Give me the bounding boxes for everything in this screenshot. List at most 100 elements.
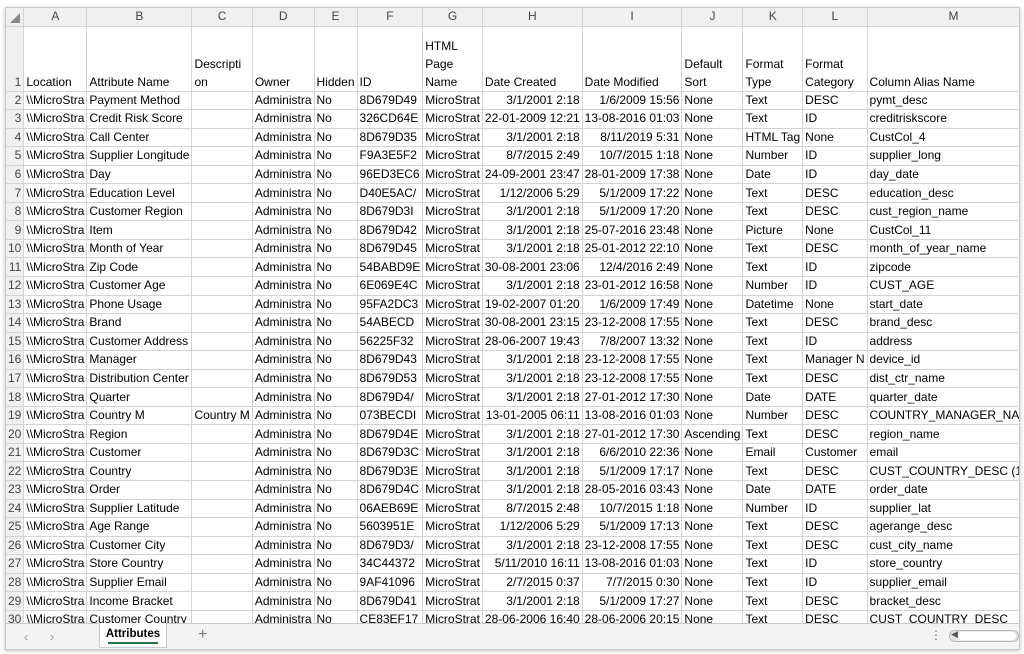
table-cell[interactable]: MicroStrat bbox=[422, 313, 483, 333]
table-cell[interactable]: MicroStrat bbox=[422, 165, 483, 185]
table-cell[interactable]: 8D679D4E bbox=[357, 424, 424, 444]
table-cell[interactable]: DESC bbox=[802, 183, 868, 203]
table-cell[interactable]: Customer Region bbox=[86, 202, 193, 222]
table-cell[interactable]: 13-01-2005 06:11 bbox=[482, 406, 583, 426]
table-cell[interactable]: No bbox=[314, 573, 358, 593]
table-cell[interactable]: \\MicroStra bbox=[23, 183, 88, 203]
table-cell[interactable]: None bbox=[681, 591, 744, 611]
table-cell[interactable]: month_of_year_name bbox=[867, 239, 1019, 259]
header-cell[interactable]: Hidden bbox=[314, 26, 358, 92]
row-number[interactable]: 21 bbox=[6, 443, 25, 463]
row-number[interactable]: 11 bbox=[6, 257, 25, 278]
select-all-button[interactable] bbox=[6, 8, 25, 27]
table-cell[interactable]: 3/1/2001 2:18 bbox=[482, 128, 583, 148]
table-cell[interactable]: CustCol_4 bbox=[867, 128, 1019, 148]
table-cell[interactable]: \\MicroStra bbox=[23, 276, 88, 296]
table-cell[interactable] bbox=[191, 239, 253, 259]
table-cell[interactable]: Administra bbox=[252, 146, 315, 166]
table-cell[interactable] bbox=[191, 183, 253, 203]
row-number[interactable]: 18 bbox=[6, 387, 25, 407]
table-cell[interactable]: Text bbox=[742, 461, 804, 482]
table-cell[interactable]: Text bbox=[742, 257, 804, 278]
table-cell[interactable]: None bbox=[681, 202, 744, 222]
table-cell[interactable]: DESC bbox=[802, 424, 868, 444]
table-cell[interactable]: Text bbox=[742, 591, 804, 611]
table-cell[interactable]: 5/1/2009 17:27 bbox=[582, 591, 683, 611]
table-cell[interactable]: None bbox=[802, 128, 868, 148]
table-cell[interactable]: Text bbox=[742, 350, 804, 370]
table-cell[interactable]: 5/11/2010 16:11 bbox=[482, 554, 583, 574]
table-cell[interactable]: None bbox=[681, 554, 744, 574]
table-cell[interactable]: \\MicroStra bbox=[23, 536, 88, 556]
column-header-j[interactable]: J bbox=[681, 8, 744, 27]
table-cell[interactable]: Administra bbox=[252, 257, 315, 278]
table-cell[interactable]: Datetime bbox=[742, 295, 804, 315]
table-cell[interactable]: supplier_long bbox=[867, 146, 1019, 166]
table-cell[interactable]: 7/8/2007 13:32 bbox=[582, 332, 683, 352]
table-cell[interactable]: Administra bbox=[252, 554, 315, 574]
row-number[interactable]: 19 bbox=[6, 406, 25, 426]
table-cell[interactable]: Education Level bbox=[86, 183, 193, 203]
row-number[interactable]: 10 bbox=[6, 239, 25, 259]
table-cell[interactable]: \\MicroStra bbox=[23, 239, 88, 259]
table-cell[interactable]: 8D679D3I bbox=[357, 202, 424, 222]
table-cell[interactable]: \\MicroStra bbox=[23, 387, 88, 407]
table-cell[interactable]: Text bbox=[742, 91, 804, 111]
table-cell[interactable]: 8D679D53 bbox=[357, 369, 424, 389]
row-number[interactable]: 26 bbox=[6, 536, 25, 556]
table-cell[interactable]: Country M bbox=[86, 406, 193, 426]
table-cell[interactable]: 5/1/2009 17:17 bbox=[582, 461, 683, 482]
table-cell[interactable]: 3/1/2001 2:18 bbox=[482, 239, 583, 259]
table-cell[interactable]: 30-08-2001 23:06 bbox=[482, 257, 583, 278]
table-cell[interactable]: No bbox=[314, 165, 358, 185]
table-cell[interactable]: CustCol_11 bbox=[867, 220, 1019, 240]
table-cell[interactable]: ID bbox=[802, 573, 868, 593]
table-cell[interactable] bbox=[191, 128, 253, 148]
table-cell[interactable]: region_name bbox=[867, 424, 1019, 444]
row-number[interactable]: 24 bbox=[6, 499, 25, 519]
table-cell[interactable]: \\MicroStra bbox=[23, 591, 88, 611]
column-header-e[interactable]: E bbox=[314, 8, 358, 27]
table-cell[interactable]: No bbox=[314, 202, 358, 222]
table-cell[interactable] bbox=[191, 443, 253, 463]
table-cell[interactable]: Country bbox=[86, 461, 193, 482]
column-header-m[interactable]: M bbox=[867, 8, 1019, 27]
table-cell[interactable]: Administra bbox=[252, 387, 315, 407]
table-cell[interactable]: 3/1/2001 2:18 bbox=[482, 443, 583, 463]
table-cell[interactable]: 1/12/2006 5:29 bbox=[482, 517, 583, 537]
table-cell[interactable]: ID bbox=[802, 257, 868, 278]
row-number[interactable]: 27 bbox=[6, 554, 25, 574]
next-sheet-icon[interactable]: › bbox=[50, 629, 54, 644]
table-cell[interactable]: Administra bbox=[252, 461, 315, 482]
table-cell[interactable]: \\MicroStra bbox=[23, 573, 88, 593]
column-header-c[interactable]: C bbox=[191, 8, 253, 27]
table-cell[interactable]: 12/4/2016 2:49 bbox=[582, 257, 683, 278]
table-cell[interactable]: Text bbox=[742, 332, 804, 352]
table-cell[interactable]: 23-12-2008 17:55 bbox=[582, 369, 683, 389]
table-cell[interactable]: ID bbox=[802, 276, 868, 296]
table-cell[interactable]: 30-08-2001 23:15 bbox=[482, 313, 583, 333]
table-cell[interactable]: MicroStrat bbox=[422, 406, 483, 426]
table-cell[interactable]: Text bbox=[742, 369, 804, 389]
table-cell[interactable]: MicroStrat bbox=[422, 276, 483, 296]
table-cell[interactable]: No bbox=[314, 591, 358, 611]
table-cell[interactable]: MicroStrat bbox=[422, 554, 483, 574]
header-cell[interactable]: Format Category bbox=[802, 26, 868, 92]
table-cell[interactable]: 8/11/2019 5:31 bbox=[582, 128, 683, 148]
row-number[interactable]: 14 bbox=[6, 313, 25, 333]
table-cell[interactable]: DESC bbox=[802, 406, 868, 426]
table-cell[interactable]: No bbox=[314, 350, 358, 370]
table-cell[interactable] bbox=[191, 220, 253, 240]
table-cell[interactable]: Administra bbox=[252, 480, 315, 500]
table-cell[interactable]: \\MicroStra bbox=[23, 499, 88, 519]
table-cell[interactable]: 8D679D49 bbox=[357, 91, 424, 111]
table-cell[interactable]: CUST_AGE bbox=[867, 276, 1019, 296]
table-cell[interactable]: None bbox=[681, 461, 744, 482]
horizontal-scrollbar[interactable]: ◀ bbox=[949, 629, 1019, 642]
table-cell[interactable]: MicroStrat bbox=[422, 202, 483, 222]
column-header-d[interactable]: D bbox=[252, 8, 315, 27]
table-cell[interactable]: Supplier Latitude bbox=[86, 499, 193, 519]
table-cell[interactable]: Day bbox=[86, 165, 193, 185]
header-cell[interactable]: Descripti on bbox=[191, 26, 253, 92]
table-cell[interactable]: ID bbox=[802, 332, 868, 352]
